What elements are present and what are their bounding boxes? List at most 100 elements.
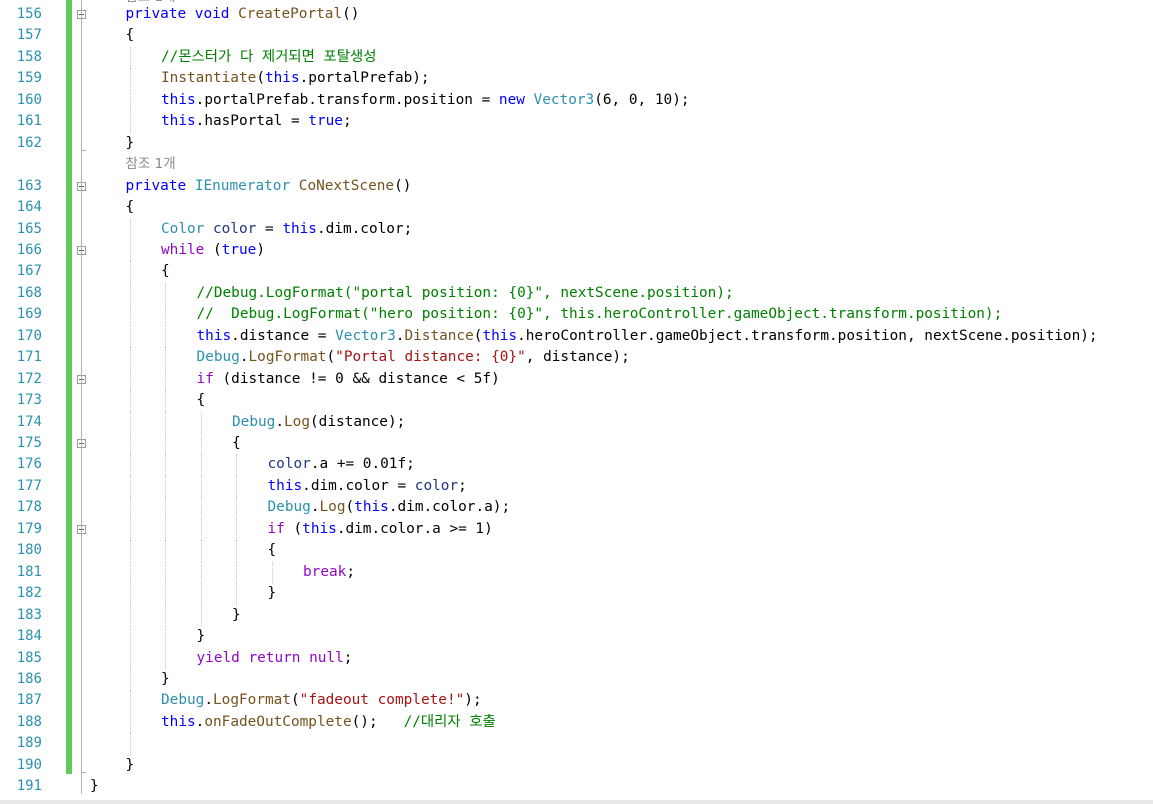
line-number: 160 bbox=[16, 91, 42, 108]
code-token: this bbox=[482, 327, 518, 344]
indent-guide bbox=[200, 583, 202, 605]
indent-guide bbox=[165, 411, 166, 433]
line-number: 157 bbox=[16, 27, 42, 44]
indent-guide bbox=[129, 261, 131, 283]
code-line[interactable]: Instantiate(this.portalPrefab); bbox=[161, 68, 430, 89]
code-token: .hasPortal = bbox=[195, 113, 309, 130]
outlining-line bbox=[81, 0, 82, 794]
code-token: ( bbox=[256, 70, 265, 87]
code-token: //몬스터가 다 제거되면 포탈생성 bbox=[161, 48, 377, 65]
code-line[interactable]: { bbox=[197, 390, 206, 411]
code-token: yield return null bbox=[196, 649, 344, 666]
code-token: ( bbox=[290, 692, 300, 709]
indent-guide bbox=[200, 540, 202, 562]
code-line[interactable]: Debug.LogFormat("Portal distance: {0}", … bbox=[197, 347, 630, 368]
code-line[interactable]: { bbox=[126, 25, 135, 46]
indent-guide bbox=[200, 475, 202, 498]
code-editor[interactable]: 156 157 158 159 160 161 162 163 164 165 166 167 168 1… bbox=[0, 0, 1153, 804]
code-token: () bbox=[394, 177, 412, 194]
indent-guide bbox=[165, 540, 166, 562]
code-line[interactable]: Debug.LogFormat("fadeout complete!"); bbox=[161, 690, 482, 711]
line-number: 191 bbox=[16, 778, 42, 795]
indent-guide bbox=[129, 89, 131, 112]
code-line[interactable]: if (distance != 0 && distance < 5f) bbox=[197, 369, 500, 390]
line-number: 168 bbox=[16, 284, 42, 301]
code-line[interactable]: } bbox=[232, 605, 241, 626]
code-token: Debug bbox=[267, 499, 311, 516]
code-line[interactable]: } bbox=[126, 133, 135, 154]
line-number: 180 bbox=[16, 542, 42, 559]
code-line[interactable]: private void CreatePortal() bbox=[126, 4, 360, 25]
code-token: Instantiate bbox=[161, 70, 257, 87]
code-line[interactable]: } bbox=[268, 583, 277, 604]
indent-guide bbox=[165, 475, 166, 498]
code-line[interactable]: //몬스터가 다 제거되면 포탈생성 bbox=[161, 47, 376, 68]
indent-guide bbox=[200, 454, 202, 476]
code-line[interactable]: { bbox=[268, 540, 277, 561]
code-line[interactable]: this.dim.color = color; bbox=[268, 476, 467, 497]
code-token: // Debug.LogFormat("hero position: {0}",… bbox=[196, 306, 1003, 323]
code-line[interactable]: // Debug.LogFormat("hero position: {0}",… bbox=[197, 304, 1003, 325]
code-line[interactable]: { bbox=[126, 197, 135, 218]
indent-guide bbox=[129, 347, 131, 369]
code-token: () bbox=[342, 6, 360, 22]
code-token: , distance); bbox=[525, 349, 630, 366]
line-number: 177 bbox=[16, 477, 42, 494]
indent-guide bbox=[165, 368, 166, 391]
indent-guide bbox=[129, 475, 131, 498]
code-token: } bbox=[161, 670, 170, 687]
indent-guide bbox=[236, 475, 237, 498]
line-number: 164 bbox=[16, 199, 42, 216]
code-line[interactable]: Color color = this.dim.color; bbox=[161, 219, 412, 240]
code-line[interactable]: yield return null; bbox=[197, 648, 353, 669]
code-token: color bbox=[414, 477, 459, 494]
code-line[interactable]: Debug.Log(this.dim.color.a); bbox=[268, 497, 511, 518]
code-token: .distance = bbox=[231, 327, 336, 344]
code-line[interactable]: color.a += 0.01f; bbox=[268, 454, 415, 475]
indent-guide bbox=[129, 497, 131, 519]
code-token: Debug bbox=[161, 692, 205, 709]
code-line[interactable]: } bbox=[197, 626, 206, 647]
code-line[interactable]: this.onFadeOutComplete(); //대리자 호출 bbox=[161, 712, 496, 733]
indent-guide bbox=[200, 411, 202, 433]
code-line[interactable]: if (this.dim.color.a >= 1) bbox=[268, 519, 493, 540]
code-token: Color bbox=[161, 220, 213, 237]
code-line[interactable]: } bbox=[126, 755, 135, 776]
code-token: this bbox=[267, 477, 303, 494]
code-token: Vector3 bbox=[335, 327, 396, 344]
code-line[interactable]: break; bbox=[303, 562, 355, 583]
indent-guide bbox=[236, 454, 237, 476]
code-line[interactable]: private IEnumerator CoNextScene() bbox=[126, 176, 412, 197]
line-number: 156 bbox=[16, 6, 42, 22]
code-line[interactable]: this.portalPrefab.transform.position = n… bbox=[161, 90, 690, 111]
code-line[interactable]: { bbox=[232, 433, 241, 454]
code-line[interactable]: { bbox=[161, 261, 170, 282]
codelens-references-2[interactable]: 참조 1개 bbox=[126, 154, 176, 175]
horizontal-scrollbar[interactable] bbox=[0, 800, 1153, 804]
code-token: .a += 0.01f; bbox=[310, 456, 415, 473]
line-number: 187 bbox=[16, 692, 42, 709]
code-token: while bbox=[161, 241, 205, 258]
indent-guide bbox=[129, 540, 131, 562]
code-line[interactable]: //Debug.LogFormat("portal position: {0}"… bbox=[197, 283, 734, 304]
code-line[interactable]: this.hasPortal = true; bbox=[161, 111, 352, 132]
code-line[interactable]: } bbox=[161, 669, 170, 690]
line-number: 184 bbox=[16, 628, 42, 645]
code-line[interactable]: while (true) bbox=[161, 240, 265, 261]
indent-guide bbox=[129, 711, 131, 734]
indent-guide bbox=[200, 604, 202, 627]
indent-guide bbox=[200, 518, 202, 541]
code-token: Vector3 bbox=[533, 91, 595, 108]
code-token: } bbox=[196, 628, 206, 645]
code-line[interactable]: Debug.Log(distance); bbox=[232, 412, 405, 433]
code-token: { bbox=[125, 199, 135, 216]
indent-guide bbox=[129, 218, 131, 240]
code-token: { bbox=[196, 392, 206, 409]
code-line[interactable]: this.distance = Vector3.Distance(this.he… bbox=[197, 326, 1098, 347]
code-token: this bbox=[161, 713, 196, 730]
line-number: 175 bbox=[16, 435, 42, 451]
indent-guide bbox=[165, 325, 166, 348]
code-token: } bbox=[125, 756, 135, 773]
code-line[interactable]: } bbox=[90, 776, 99, 797]
line-number: 171 bbox=[16, 349, 42, 366]
